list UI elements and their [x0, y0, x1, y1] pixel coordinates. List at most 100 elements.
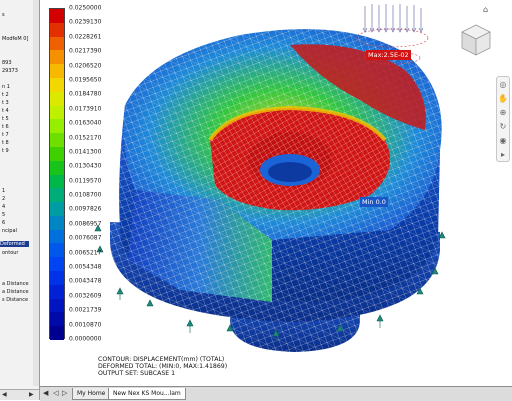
legend-tick-label: 0.0250000	[69, 4, 102, 12]
legend-color-segment	[50, 105, 64, 120]
legend-color-segment	[50, 36, 64, 51]
tree-item[interactable]: 1	[2, 188, 5, 194]
legend-tick-label: 0.0010870	[69, 321, 102, 329]
legend-tick-label: 0.0206520	[69, 62, 102, 70]
tree-item[interactable]: s	[2, 12, 5, 18]
tab-model[interactable]: New Nex KS Mou...lam	[108, 388, 186, 400]
legend-color-segment	[50, 215, 64, 231]
tree-item[interactable]: Deformed	[0, 241, 29, 247]
status-caption: CONTOUR: DISPLACEMENT(mm) (TOTAL) DEFORM…	[98, 356, 227, 377]
tree-item[interactable]: ncipal	[2, 228, 17, 234]
nav-wheel-icon[interactable]: ◎	[497, 79, 509, 91]
legend-tick-label: 0.0217390	[69, 47, 102, 55]
legend-color-segment	[50, 9, 64, 24]
legend-color-segment	[50, 257, 64, 272]
tree-item[interactable]: 893	[2, 60, 12, 66]
legend-color-segment	[50, 298, 64, 313]
tree-item[interactable]: 4	[2, 204, 5, 210]
pan-icon[interactable]: ✋	[497, 93, 509, 105]
legend-tick-label: 0.0141300	[69, 148, 102, 156]
document-tab-bar: ◀ ◁ ▷ My Home New Nex KS Mou...lam	[40, 386, 512, 401]
legend-tick-label: 0.0163040	[69, 119, 102, 127]
legend-color-segment	[50, 160, 64, 175]
tree-item[interactable]: t 3	[2, 100, 9, 106]
scroll-left-arrow-icon[interactable]: ◀	[2, 391, 7, 398]
legend-color-segment	[50, 133, 64, 148]
legend-color-segment	[50, 50, 64, 65]
legend-color-segment	[50, 243, 64, 258]
legend-color-segment	[50, 312, 64, 327]
tab-my-home[interactable]: My Home	[72, 388, 111, 400]
zoom-icon[interactable]: ⊕	[497, 107, 509, 119]
legend-tick-label: 0.0108700	[69, 191, 102, 199]
legend-color-segment	[50, 284, 64, 300]
legend-color-segment	[50, 174, 64, 189]
legend-color-segment	[50, 202, 64, 217]
caption-deformed-line: DEFORMED TOTAL: (MIN:0, MAX:1.41869)	[98, 363, 228, 370]
legend-color-segment	[50, 119, 64, 134]
tree-item[interactable]: t 8	[2, 140, 9, 146]
legend-tick-label: 0.0239130	[69, 18, 102, 26]
tree-item[interactable]: s Distance	[2, 297, 28, 303]
tree-item[interactable]: t 2	[2, 92, 9, 98]
tree-vertical-scrollbar[interactable]	[33, 0, 39, 386]
tree-item[interactable]: 5	[2, 212, 5, 218]
showmotion-icon[interactable]: ▸	[497, 149, 509, 161]
legend-color-segment	[50, 77, 64, 93]
tree-item[interactable]: 2	[2, 196, 5, 202]
legend-tick-label: 0.0043478	[69, 277, 102, 285]
model-tree-panel: s ModfeM 0] 893 29373 n 1 t 2 t 3 t 4 t 5 t 6 t 7 t…	[0, 0, 40, 400]
home-icon[interactable]: ⌂	[483, 5, 488, 14]
tree-item[interactable]: t 6	[2, 124, 9, 130]
legend-tick-label: 0.0119570	[69, 177, 102, 185]
contour-legend: 0.0250000 0.0239130 0.0228261 0.0217390 0.02…	[49, 4, 109, 343]
tree-item[interactable]: t 5	[2, 116, 9, 122]
tree-item[interactable]: a Distance	[2, 281, 29, 287]
legend-color-bar	[49, 8, 65, 341]
tree-item[interactable]: t 7	[2, 132, 9, 138]
tab-first-icon[interactable]: ◀	[43, 389, 48, 397]
legend-tick-label: 0.0054348	[69, 263, 102, 271]
caption-output-set-line: OUTPUT SET: SUBCASE 1	[98, 370, 176, 377]
legend-color-segment	[50, 64, 64, 79]
tree-item[interactable]: t 9	[2, 148, 9, 154]
tree-item[interactable]: t 4	[2, 108, 9, 114]
legend-color-segment	[50, 146, 64, 162]
max-value-label: Max:2.5E-02	[366, 50, 411, 60]
legend-color-segment	[50, 326, 64, 341]
tree-item[interactable]: 29373	[2, 68, 18, 74]
legend-tick-label: 0.0152170	[69, 134, 102, 142]
legend-tick-label: 0.0086957	[69, 220, 102, 228]
tree-item[interactable]: 6	[2, 220, 5, 226]
tree-item[interactable]: ModfeM 0]	[2, 36, 28, 42]
legend-tick-label: 0.0130430	[69, 162, 102, 170]
min-value-label: Min 0.0	[360, 197, 388, 207]
legend-color-segment	[50, 188, 64, 203]
legend-tick-label: 0.0173910	[69, 105, 102, 113]
legend-tick-label: 0.0065217	[69, 249, 102, 257]
legend-tick-label: 0.0228261	[69, 33, 102, 41]
look-icon[interactable]: ◉	[497, 135, 509, 147]
tree-horizontal-scrollbar[interactable]: ◀ ▶	[0, 389, 39, 400]
legend-tick-label: 0.0021739	[69, 306, 102, 314]
legend-tick-label: 0.0000000	[69, 335, 102, 343]
caption-contour-line: CONTOUR: DISPLACEMENT(mm) (TOTAL)	[98, 356, 225, 363]
tab-prev-icon[interactable]: ◁	[53, 389, 58, 397]
tab-next-icon[interactable]: ▷	[62, 389, 67, 397]
graphics-viewport[interactable]: 0.0250000 0.0239130 0.0228261 0.0217390 0.02…	[40, 0, 512, 386]
viewcube-icon[interactable]	[458, 22, 494, 58]
legend-tick-label: 0.0032609	[69, 292, 102, 300]
orbit-icon[interactable]: ↻	[497, 121, 509, 133]
legend-color-segment	[50, 271, 64, 286]
legend-tick-label: 0.0195650	[69, 76, 102, 84]
fea-model-render[interactable]	[40, 0, 512, 386]
legend-tick-label: 0.0184780	[69, 90, 102, 98]
legend-tick-label: 0.0097826	[69, 205, 102, 213]
tree-item[interactable]: a Distance	[2, 289, 29, 295]
legend-color-segment	[50, 229, 64, 244]
tree-item[interactable]: ontour	[2, 250, 18, 256]
legend-color-segment	[50, 22, 64, 38]
navigation-bar: ◎ ✋ ⊕ ↻ ◉ ▸	[496, 76, 510, 162]
tree-item[interactable]: n 1	[2, 84, 10, 90]
scroll-right-arrow-icon[interactable]: ▶	[29, 391, 34, 398]
